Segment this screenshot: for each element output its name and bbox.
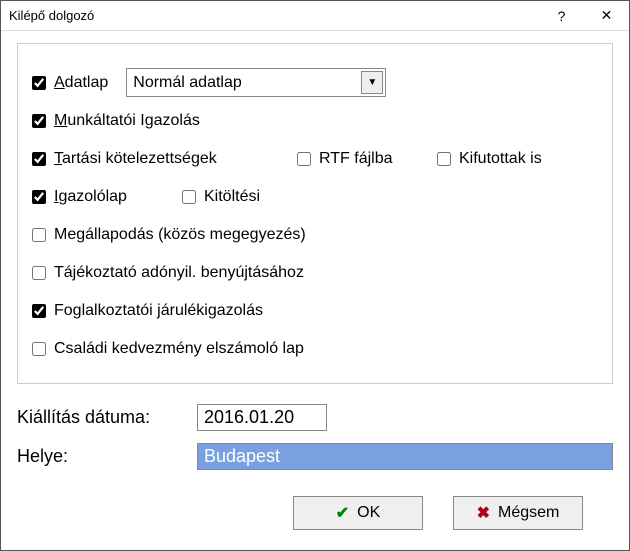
checkbox-tajekoztato[interactable]: Tájékoztató adónyil. benyújtásához — [32, 264, 304, 282]
checkbox-label: Kitöltési — [204, 188, 260, 206]
close-button[interactable]: ✕ — [584, 1, 629, 30]
checkbox-label: Kifutottak is — [459, 150, 542, 168]
checkbox-kitoltesi[interactable]: Kitöltési — [182, 188, 260, 206]
checkbox-label: Igazolólap — [54, 188, 127, 206]
close-icon: ✕ — [601, 7, 613, 24]
checkbox-label: Családi kedvezmény elszámoló lap — [54, 340, 304, 358]
button-bar: ✔ OK ✖ Mégsem — [17, 490, 613, 530]
checkbox-foglalkoztatoi[interactable]: Foglalkoztatói járulékigazolás — [32, 302, 263, 320]
place-label: Helye: — [17, 446, 197, 467]
checkbox-kifutottak[interactable]: Kifutottak is — [437, 150, 542, 168]
adatlap-select[interactable]: Normál adatlap — [126, 68, 386, 97]
checkbox-adatlap[interactable]: Adatlap — [32, 74, 108, 92]
checkbox-label: Foglalkoztatói járulékigazolás — [54, 302, 263, 320]
content-area: Adatlap Normál adatlap ▼ Munkáltatói Iga… — [1, 31, 629, 550]
checkbox-label: Tartási kötelezettségek — [54, 150, 217, 168]
checkbox-label: Megállapodás (közös megegyezés) — [54, 226, 306, 244]
ok-button[interactable]: ✔ OK — [293, 496, 423, 530]
checkbox-rtf[interactable]: RTF fájlba — [297, 150, 437, 168]
place-input[interactable] — [197, 443, 613, 470]
titlebar: Kilépő dolgozó ? ✕ — [1, 1, 629, 31]
checkbox-csaladi[interactable]: Családi kedvezmény elszámoló lap — [32, 340, 304, 358]
checkbox-tartasi[interactable]: Tartási kötelezettségek — [32, 150, 297, 168]
checkbox-label: RTF fájlba — [319, 150, 393, 168]
ok-button-label: OK — [357, 504, 380, 522]
checkbox-label: Munkáltatói Igazolás — [54, 112, 200, 130]
cancel-button[interactable]: ✖ Mégsem — [453, 496, 583, 530]
dialog-window: Kilépő dolgozó ? ✕ Adatlap Normál adatla… — [0, 0, 630, 551]
cancel-button-label: Mégsem — [498, 504, 559, 522]
checkbox-megallapodas[interactable]: Megállapodás (közös megegyezés) — [32, 226, 306, 244]
help-button[interactable]: ? — [539, 1, 584, 30]
checkbox-igazololap[interactable]: Igazolólap — [32, 188, 182, 206]
date-input[interactable] — [197, 404, 327, 431]
adatlap-select-wrap: Normál adatlap ▼ — [126, 68, 386, 97]
date-label: Kiállítás dátuma: — [17, 407, 197, 428]
check-icon: ✔ — [336, 503, 349, 523]
window-title: Kilépő dolgozó — [9, 8, 539, 23]
checkbox-munkaltatoi[interactable]: Munkáltatói Igazolás — [32, 112, 200, 130]
checkbox-label: Adatlap — [54, 74, 108, 92]
options-group: Adatlap Normál adatlap ▼ Munkáltatói Iga… — [17, 43, 613, 384]
x-icon: ✖ — [477, 503, 490, 523]
checkbox-label: Tájékoztató adónyil. benyújtásához — [54, 264, 304, 282]
